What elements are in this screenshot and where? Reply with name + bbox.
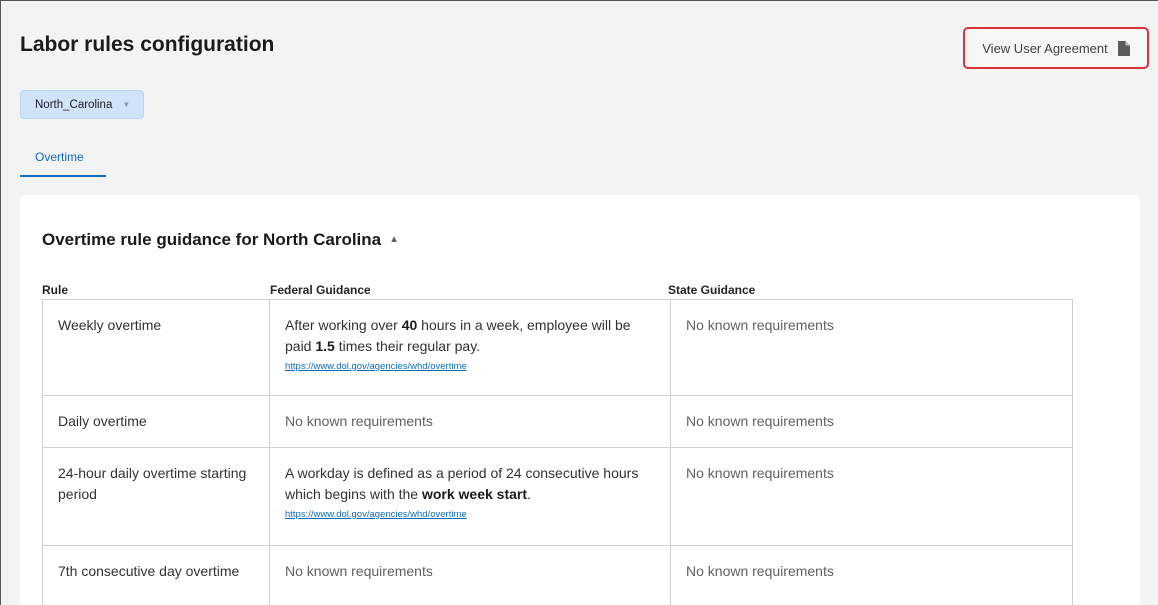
rule-name: Daily overtime bbox=[42, 395, 270, 448]
state-guidance: No known requirements bbox=[670, 299, 1073, 396]
section-title: Overtime rule guidance for North Carolin… bbox=[42, 230, 382, 249]
column-header-state: State Guidance bbox=[668, 283, 756, 297]
federal-guidance: After working over 40 hours in a week, e… bbox=[269, 299, 671, 396]
chevron-up-icon[interactable]: ▲ bbox=[389, 234, 399, 245]
state-guidance: No known requirements bbox=[670, 545, 1073, 605]
chevron-down-icon: ▼ bbox=[122, 100, 131, 109]
state-guidance: No known requirements bbox=[670, 447, 1073, 546]
state-guidance: No known requirements bbox=[670, 395, 1073, 448]
table-row: Daily overtime No known requirements No … bbox=[42, 395, 1073, 448]
document-icon bbox=[1117, 40, 1130, 56]
federal-guidance: No known requirements bbox=[269, 545, 671, 605]
section-header[interactable]: Overtime rule guidance for North Carolin… bbox=[42, 230, 399, 250]
table-row: 7th consecutive day overtime No known re… bbox=[42, 545, 1073, 605]
dol-overtime-link[interactable]: https://www.dol.gov/agencies/whd/overtim… bbox=[285, 508, 656, 522]
tab-overtime[interactable]: Overtime bbox=[20, 150, 106, 177]
rule-name: Weekly overtime bbox=[42, 299, 270, 396]
dol-overtime-link[interactable]: https://www.dol.gov/agencies/whd/overtim… bbox=[285, 360, 656, 374]
federal-guidance: A workday is defined as a period of 24 c… bbox=[269, 447, 671, 546]
state-dropdown[interactable]: North_Carolina ▼ bbox=[20, 90, 144, 119]
rules-table: Weekly overtime After working over 40 ho… bbox=[42, 299, 1073, 605]
column-header-federal: Federal Guidance bbox=[270, 283, 371, 297]
federal-guidance: No known requirements bbox=[269, 395, 671, 448]
page-title: Labor rules configuration bbox=[20, 33, 275, 56]
rule-name: 7th consecutive day overtime bbox=[42, 545, 270, 605]
rule-name: 24-hour daily overtime starting period bbox=[42, 447, 270, 546]
table-row: Weekly overtime After working over 40 ho… bbox=[42, 299, 1073, 396]
view-user-agreement-button[interactable]: View User Agreement bbox=[963, 27, 1149, 69]
state-dropdown-value: North_Carolina bbox=[35, 98, 113, 111]
guidance-card: Overtime rule guidance for North Carolin… bbox=[20, 195, 1140, 605]
view-user-agreement-label: View User Agreement bbox=[982, 40, 1108, 56]
table-row: 24-hour daily overtime starting period A… bbox=[42, 447, 1073, 546]
column-header-rule: Rule bbox=[42, 283, 69, 297]
